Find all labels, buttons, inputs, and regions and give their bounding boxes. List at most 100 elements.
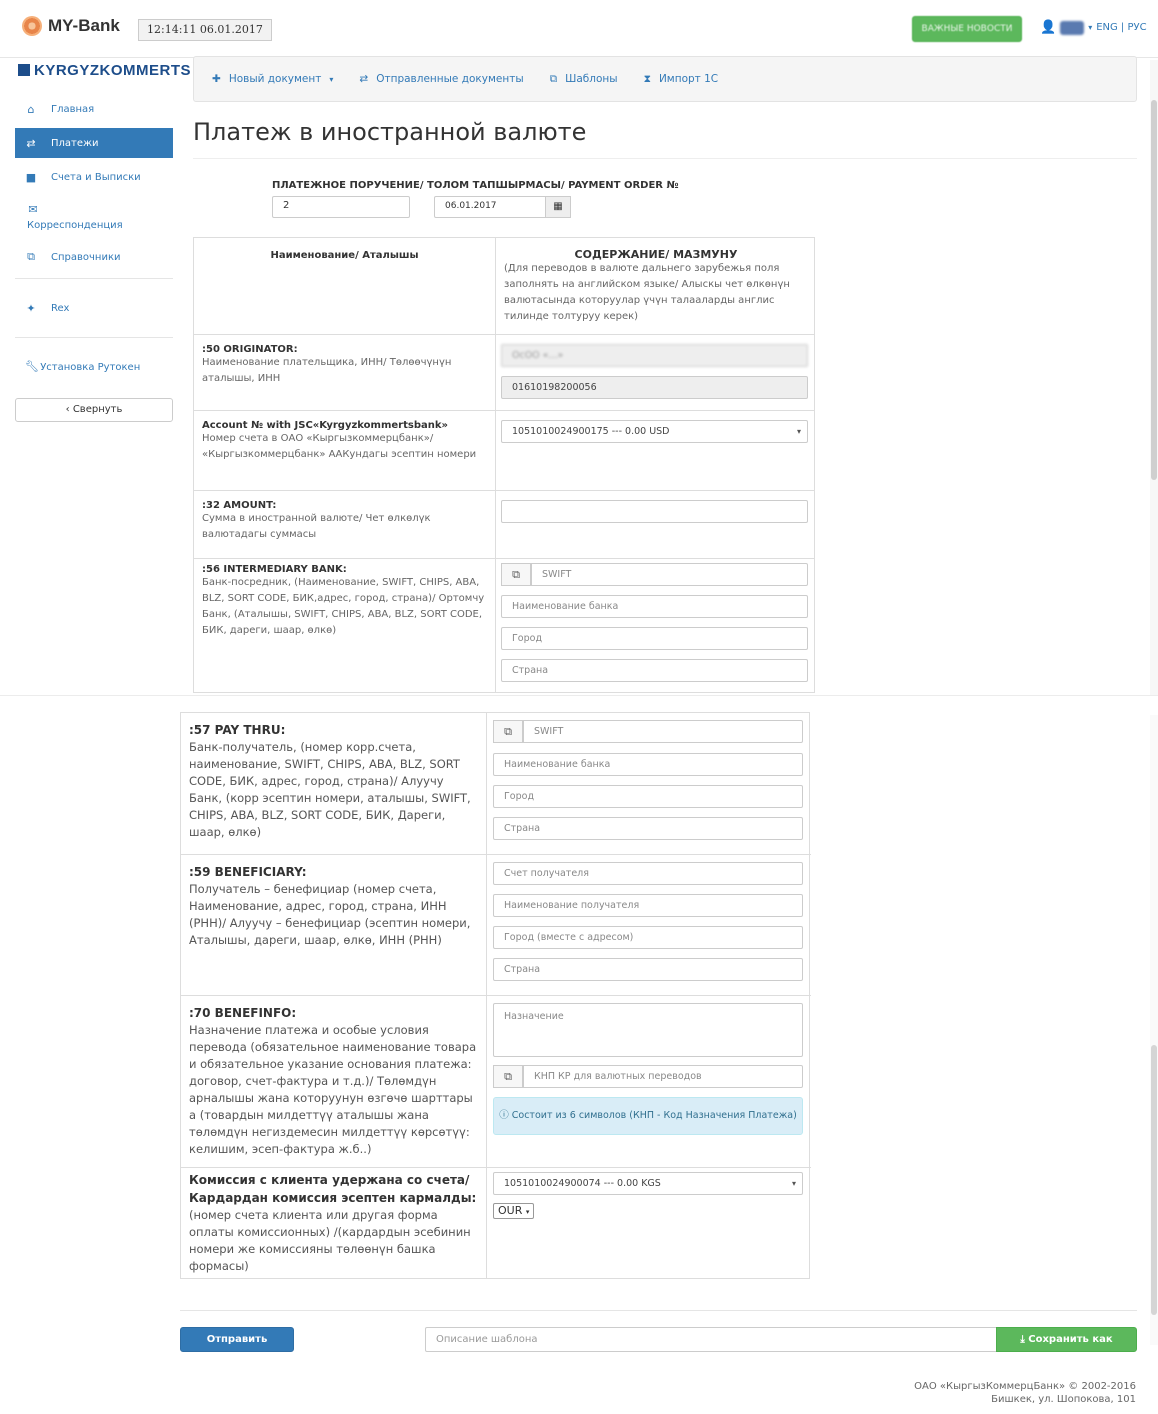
knp-code-input[interactable]: КНП КР для валютных переводов: [523, 1065, 803, 1088]
knp-share-icon[interactable]: ⧉: [493, 1065, 523, 1088]
column-header-name: Наименование/ Аталышы: [270, 250, 419, 261]
calendar-icon[interactable]: ▦: [545, 196, 571, 218]
book-icon: ■: [25, 170, 37, 184]
action-toolbar: ✚ Новый документ ▾ ⇄ Отправленные докуме…: [193, 56, 1137, 102]
intermediary-label: :56 INTERMEDIARY BANK:: [202, 564, 347, 575]
intermediary-country-input[interactable]: Страна: [501, 659, 808, 682]
app-logo[interactable]: MY-Bank: [22, 16, 120, 36]
share-icon: ⧉: [549, 72, 558, 85]
beneficiary-account-input[interactable]: Счет получателя: [493, 862, 803, 885]
account-desc: Номер счета в ОАО «Кыргызкоммерцбанк»/ «…: [202, 433, 477, 460]
payment-form-table-upper: Наименование/ Аталышы СОДЕРЖАНИЕ/ МАЗМУН…: [193, 237, 815, 693]
payment-order-number-input[interactable]: 2: [272, 196, 410, 218]
save-as-template-button[interactable]: ⤓ Сохранить как шаблон: [996, 1327, 1137, 1368]
pay-thru-swift-input[interactable]: SWIFT: [523, 720, 803, 743]
user-dropdown-caret-icon[interactable]: ▾: [1088, 23, 1092, 32]
page-title: Платеж в иностранной валюте: [193, 118, 587, 146]
user-icon[interactable]: 👤: [1040, 20, 1056, 35]
collapse-sidebar-button[interactable]: ‹ Свернуть: [15, 398, 173, 422]
hourglass-icon: ⧗: [643, 72, 651, 85]
originator-name-field: ОсОО «...»: [501, 344, 808, 367]
chevron-down-icon: ▾: [791, 1179, 796, 1188]
new-document-dropdown[interactable]: ✚ Новый документ ▾: [212, 73, 333, 85]
beneficiary-desc: Получатель – бенефициар (номер счета, На…: [189, 882, 471, 947]
amount-desc: Сумма в иностранной валюте/ Чет өлкөлүк …: [202, 513, 431, 540]
language-switch[interactable]: ENG | РУС: [1096, 22, 1146, 33]
benefinfo-desc: Назначение платежа и особые условия пере…: [189, 1023, 477, 1156]
payment-purpose-textarea[interactable]: Назначение: [493, 1003, 803, 1057]
payment-form-table-lower: :57 PAY THRU: Банк-получатель, (номер ко…: [180, 712, 811, 1279]
amount-input[interactable]: [501, 500, 808, 523]
beneficiary-city-input[interactable]: Город (вместе с адресом): [493, 926, 803, 949]
intermediary-swift-input[interactable]: SWIFT: [531, 563, 808, 586]
app-name: MY-Bank: [48, 16, 120, 35]
sidebar-item-payments[interactable]: ⇄ Платежи: [15, 128, 173, 158]
logo-flower-icon: [22, 16, 42, 36]
import-1c-link[interactable]: ⧗ Импорт 1С: [644, 73, 719, 86]
commission-desc: (номер счета клиента или другая форма оп…: [189, 1208, 471, 1273]
top-bar: MY-Bank 12:14:11 06.01.2017 ВАЖНЫЕ НОВОС…: [0, 0, 1158, 58]
copyright: ОАО «КыргызКоммерцБанк» © 2002-2016 Бишк…: [914, 1381, 1136, 1405]
intermediary-bank-name-input[interactable]: Наименование банка: [501, 595, 808, 618]
scrollbar-bottom[interactable]: [1150, 715, 1158, 1345]
commission-type-select[interactable]: OUR ▾: [493, 1203, 535, 1219]
sidebar: ⌂ Главная ⇄ Платежи ■ Счета и Выписки ✉ …: [15, 94, 173, 422]
commission-label: Комиссия с клиента удержана со счета/ Ка…: [189, 1173, 477, 1205]
column-header-note: (Для переводов в валюте дальнего зарубеж…: [504, 263, 790, 322]
sidebar-item-correspondence[interactable]: ✉ Корреспонденция: [15, 192, 173, 242]
user-area: 👤 ▾ ENG | РУС: [1040, 20, 1147, 35]
beneficiary-name-input[interactable]: Наименование получателя: [493, 894, 803, 917]
originator-label: :50 ORIGINATOR:: [202, 344, 298, 355]
beneficiary-label: :59 BENEFICIARY:: [189, 865, 307, 879]
bank-brand: KYRGYZKOMMERTS: [18, 62, 191, 79]
intermediary-desc: Банк-посредник, (Наименование, SWIFT, CH…: [202, 577, 485, 636]
intermediary-share-icon[interactable]: ⧉: [501, 563, 531, 586]
share-icon: ⧉: [27, 250, 35, 263]
payment-order-label: ПЛАТЕЖНОЕ ПОРУЧЕНИЕ/ ТОЛОМ ТАПШЫРМАСЫ/ P…: [272, 180, 679, 191]
amount-label: :32 AMOUNT:: [202, 500, 277, 511]
pay-thru-bank-name-input[interactable]: Наименование банка: [493, 753, 803, 776]
home-icon: ⌂: [27, 102, 35, 116]
user-name-blurred[interactable]: [1060, 20, 1085, 35]
beneficiary-country-input[interactable]: Страна: [493, 958, 803, 981]
chevron-down-icon: ▾: [329, 74, 334, 84]
knp-info-alert: ⓘ Состоит из 6 символов (КНП - Код Назна…: [493, 1097, 803, 1135]
send-transfer-button[interactable]: Отправить перевод: [180, 1327, 294, 1368]
pin-icon: ✦: [26, 301, 36, 315]
account-label: Account № with JSC«Kyrgyzkommertsbank»: [202, 420, 448, 431]
commission-account-select[interactable]: 1051010024900074 --- 0.00 KGS ▾: [493, 1172, 803, 1195]
info-circle-icon: ⓘ: [499, 1110, 509, 1121]
brand-flag-icon: [18, 64, 30, 76]
pay-thru-label: :57 PAY THRU:: [189, 723, 286, 737]
download-icon: ⤓: [1020, 1334, 1025, 1345]
intermediary-city-input[interactable]: Город: [501, 627, 808, 650]
originator-inn-field: 01610198200056: [501, 376, 808, 399]
chevron-left-icon: ‹: [65, 404, 70, 415]
news-button[interactable]: ВАЖНЫЕ НОВОСТИ: [912, 16, 1022, 42]
sidebar-item-home[interactable]: ⌂ Главная: [15, 94, 173, 124]
account-select[interactable]: 1051010024900175 --- 0.00 USD ▾: [501, 420, 808, 443]
sidebar-item-accounts[interactable]: ■ Счета и Выписки: [15, 162, 173, 192]
mail-icon: ✉: [28, 203, 38, 216]
exchange-icon: ⇄: [26, 136, 36, 150]
originator-desc: Наименование плательщика, ИНН/ Төлөөчүнү…: [202, 357, 452, 384]
pay-thru-country-input[interactable]: Страна: [493, 817, 803, 840]
pay-thru-desc: Банк-получатель, (номер корр.счета, наим…: [189, 740, 471, 839]
template-description-input[interactable]: Описание шаблона: [425, 1327, 997, 1352]
plus-icon: ✚: [212, 73, 221, 85]
templates-link[interactable]: ⧉ Шаблоны: [550, 73, 618, 86]
chevron-down-icon: ▾: [525, 1208, 530, 1216]
wrench-icon: 🔧︎: [25, 359, 39, 373]
chevron-down-icon: ▾: [796, 427, 801, 436]
scrollbar-top[interactable]: [1150, 60, 1158, 700]
payment-order-date-input[interactable]: 06.01.2017: [434, 196, 546, 218]
sidebar-item-rex[interactable]: ✦ Rex: [15, 293, 173, 323]
pay-thru-share-icon[interactable]: ⧉: [493, 720, 523, 743]
benefinfo-label: :70 BENEFINFO:: [189, 1006, 297, 1020]
sidebar-item-rutoken[interactable]: 🔧︎ Установка Рутокен: [15, 344, 173, 388]
exchange-icon: ⇄: [359, 73, 369, 85]
sent-documents-link[interactable]: ⇄ Отправленные документы: [359, 73, 523, 85]
pay-thru-city-input[interactable]: Город: [493, 785, 803, 808]
session-datetime: 12:14:11 06.01.2017: [138, 19, 272, 41]
sidebar-item-directories[interactable]: ⧉ Справочники: [15, 242, 173, 272]
